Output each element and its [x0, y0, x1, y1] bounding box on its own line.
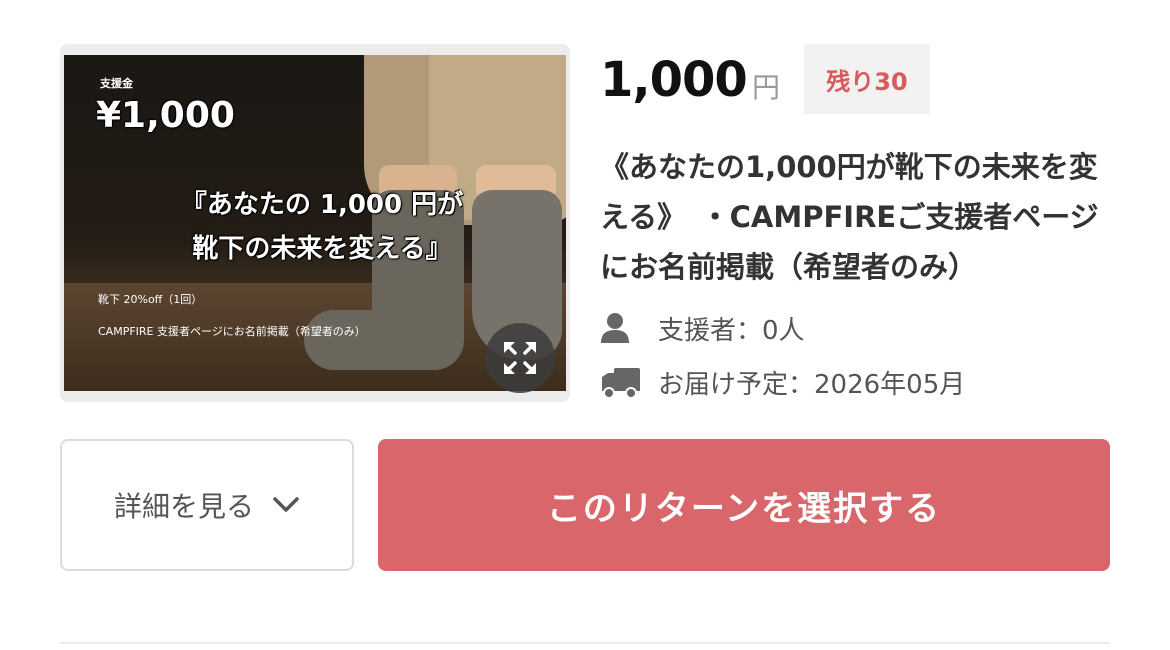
currency-label: 円 [752, 71, 781, 104]
delivery-text: お届け予定：2026年05月 [658, 369, 966, 400]
thumbnail-sock-left-foot [304, 310, 454, 370]
thumbnail-headline: 『あなたの 1,000 円が 靴下の未来を変える』 [142, 183, 502, 271]
expand-image-button[interactable] [485, 323, 555, 393]
thumbnail-price: ¥1,000 [96, 95, 235, 136]
reward-title: 《あなたの1,000円が靴下の未来を変える》 ・CAMPFIREご支援者ページに… [600, 150, 1099, 284]
truck-icon [600, 362, 644, 402]
select-reward-button[interactable]: このリターンを選択する [378, 439, 1110, 571]
thumbnail-small-label: 支援金 [100, 77, 133, 90]
details-button-label: 詳細を見る [113, 490, 254, 523]
thumbnail-headline-line1: 『あなたの 1,000 円が [180, 190, 464, 220]
chevron-down-icon [272, 496, 300, 514]
thumbnail-headline-line2: 靴下の未来を変える』 [192, 234, 452, 264]
person-icon [600, 308, 644, 348]
divider [60, 642, 1110, 644]
reward-price: 1,000 [600, 52, 748, 108]
supporters-text: 支援者：0人 [658, 315, 805, 346]
thumbnail-benefit-2: CAMPFIRE 支援者ページにお名前掲載（希望者のみ） [98, 325, 366, 338]
expand-icon [504, 342, 536, 374]
delivery-row: お届け予定：2026年05月 [600, 362, 965, 402]
reward-card: 支援金 ¥1,000 『あなたの 1,000 円が 靴下の未来を変える』 靴下 … [0, 0, 1170, 650]
remaining-badge: 残り30 [804, 44, 930, 114]
supporters-row: 支援者：0人 [600, 308, 805, 348]
details-button[interactable]: 詳細を見る [60, 439, 354, 571]
thumbnail-benefit-1: 靴下 20%off（1回） [98, 293, 203, 306]
